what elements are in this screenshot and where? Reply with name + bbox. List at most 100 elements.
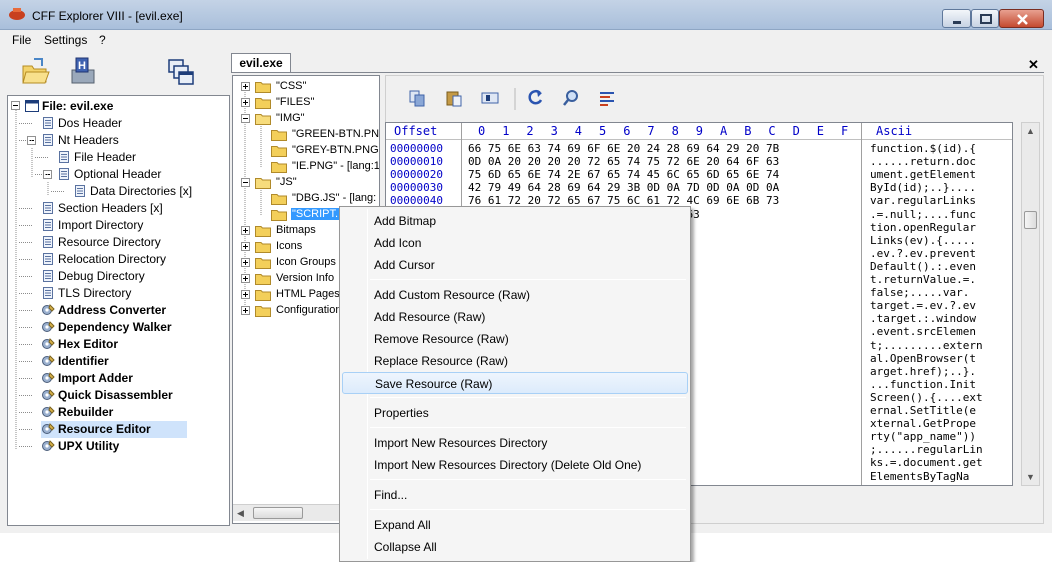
hex-row[interactable]: 00000010 0D 0A 20 20 20 20 72 65 74 75 72…	[386, 155, 1012, 168]
resource-toggle[interactable]	[241, 242, 250, 251]
tree-item-label: Import Directory	[58, 218, 144, 232]
scroll-up-icon[interactable]: ▲	[1026, 126, 1035, 136]
menu-separator	[370, 427, 686, 428]
tree-item-file-header[interactable]: File Header	[57, 149, 229, 166]
minimize-button[interactable]	[942, 9, 971, 28]
menu-item-label: Add Resource (Raw)	[374, 310, 486, 324]
tree-item-relocation-directory[interactable]: Relocation Directory	[41, 251, 229, 268]
tree-item-address-converter[interactable]: Address Converter	[41, 302, 229, 319]
tree-item-rebuilder[interactable]: Rebuilder	[41, 404, 229, 421]
menu-item-remove-resource-raw[interactable]: Remove Resource (Raw)	[342, 328, 688, 350]
menu-item-label: Collapse All	[374, 540, 437, 554]
resource-toggle[interactable]	[241, 290, 250, 299]
hscroll-thumb[interactable]	[253, 507, 303, 519]
tree-item-resource-editor[interactable]: Resource Editor	[41, 421, 187, 438]
menu-item-add-custom-resource-raw[interactable]: Add Custom Resource (Raw)	[342, 284, 688, 306]
header-page-icon	[43, 287, 53, 299]
tree-item-resource-directory[interactable]: Resource Directory	[41, 234, 229, 251]
tree-item-tls-directory[interactable]: TLS Directory	[41, 285, 229, 302]
resource-toggle[interactable]	[241, 226, 250, 235]
tree-item-label: Address Converter	[58, 303, 167, 317]
tree-branch	[19, 429, 33, 430]
tree-item-debug-directory[interactable]: Debug Directory	[41, 268, 229, 285]
menu-item-properties[interactable]: Properties	[342, 402, 688, 424]
tree-item-import-adder[interactable]: Import Adder	[41, 370, 229, 387]
tree-item-data-directories-x[interactable]: Data Directories [x]	[73, 183, 229, 200]
tree-root[interactable]: File: evil.exe	[25, 98, 225, 115]
menu-item-add-cursor[interactable]: Add Cursor	[342, 254, 688, 276]
windows-icon[interactable]	[167, 58, 195, 86]
tree-item-section-headers-x[interactable]: Section Headers [x]	[41, 200, 229, 217]
tree-item-label: File Header	[74, 150, 137, 164]
resource-toggle[interactable]	[241, 178, 250, 187]
menu-item-add-resource-raw[interactable]: Add Resource (Raw)	[342, 306, 688, 328]
tree-item-dependency-walker[interactable]: Dependency Walker	[41, 319, 229, 336]
menu-item-add-bitmap[interactable]: Add Bitmap	[342, 210, 688, 232]
resource-toggle[interactable]	[241, 82, 250, 91]
menu-item-expand-all[interactable]: Expand All	[342, 514, 688, 536]
tree-item-label: Dos Header	[58, 116, 123, 130]
tree-item-hex-editor[interactable]: Hex Editor	[41, 336, 229, 353]
menu-bar: File Settings ?	[0, 30, 1052, 50]
menu-item-import-new-resources-directory-delete-old-one[interactable]: Import New Resources Directory (Delete O…	[342, 454, 688, 476]
hex-row-ascii: ;......regularLin	[870, 443, 983, 457]
close-document-icon[interactable]: ✕	[1028, 57, 1039, 73]
tree-item-identifier[interactable]: Identifier	[41, 353, 229, 370]
close-button[interactable]	[999, 9, 1044, 28]
tree-item-optional-header[interactable]: Optional Header	[57, 166, 229, 183]
menu-item-find[interactable]: Find...	[342, 484, 688, 506]
tree-item-label: Resource Directory	[58, 235, 161, 249]
hex-row[interactable]: 00000030 42 79 49 64 28 69 64 29 3B 0D 0A…	[386, 181, 1012, 194]
tab-evil-exe[interactable]: evil.exe	[231, 53, 291, 73]
select-block-icon[interactable]	[598, 89, 616, 107]
goto-icon[interactable]	[526, 89, 544, 107]
resource-toggle[interactable]	[241, 98, 250, 107]
menu-item-replace-resource-raw[interactable]: Replace Resource (Raw)	[342, 350, 688, 372]
tree-item-label: Data Directories [x]	[90, 184, 193, 198]
paste-icon[interactable]	[445, 89, 463, 107]
scroll-down-icon[interactable]: ▼	[1026, 472, 1035, 482]
hex-row-offset: 00000030	[390, 181, 443, 195]
tree-item-dos-header[interactable]: Dos Header	[41, 115, 229, 132]
resource-node-label: "IMG"	[276, 112, 305, 124]
copy-icon[interactable]	[408, 89, 426, 107]
hex-row-ascii: rty("app_name"))	[870, 430, 976, 444]
maximize-button[interactable]	[971, 9, 999, 28]
menu-file[interactable]: File	[12, 33, 31, 47]
menu-item-import-new-resources-directory[interactable]: Import New Resources Directory	[342, 432, 688, 454]
hex-vscrollbar[interactable]: ▲ ▼	[1021, 122, 1040, 486]
hex-row[interactable]: 00000000 66 75 6E 63 74 69 6F 6E 20 24 28…	[386, 142, 1012, 155]
folder-icon	[255, 114, 271, 125]
menu-help[interactable]: ?	[99, 33, 106, 47]
tree-item-import-directory[interactable]: Import Directory	[41, 217, 229, 234]
hex-row[interactable]: 00000020 75 6D 65 6E 74 2E 67 65 74 45 6C…	[386, 168, 1012, 181]
scroll-left-icon[interactable]: ◀	[237, 508, 244, 519]
hex-row-ascii: .event.srcElemen	[870, 325, 976, 339]
tree-item-quick-disassembler[interactable]: Quick Disassembler	[41, 387, 229, 404]
tree-branch	[35, 157, 49, 158]
resource-toggle[interactable]	[241, 258, 250, 267]
menu-item-add-icon[interactable]: Add Icon	[342, 232, 688, 254]
resource-toggle[interactable]	[241, 114, 250, 123]
save-file-icon[interactable]: H	[67, 56, 97, 86]
window-title: CFF Explorer VIII - [evil.exe]	[32, 9, 183, 23]
root-collapse-toggle[interactable]	[11, 101, 20, 110]
tree-item-upx-utility[interactable]: UPX Utility	[41, 438, 229, 455]
tree-item-label: Debug Directory	[58, 269, 145, 283]
resource-node-label: "CSS"	[276, 80, 307, 92]
tree-item-label: Dependency Walker	[58, 320, 172, 334]
header-page-icon	[59, 168, 69, 180]
folder-icon	[255, 226, 271, 237]
resource-node-label: Icon Groups	[276, 256, 336, 268]
vscroll-thumb[interactable]	[1024, 211, 1037, 229]
menu-item-collapse-all[interactable]: Collapse All	[342, 536, 688, 558]
menu-settings[interactable]: Settings	[44, 33, 87, 47]
menu-separator	[370, 397, 686, 398]
search-icon[interactable]	[562, 89, 580, 107]
resource-toggle[interactable]	[241, 274, 250, 283]
tree-item-nt-headers[interactable]: Nt Headers	[41, 132, 229, 149]
menu-item-save-resource-raw[interactable]: Save Resource (Raw)	[342, 372, 688, 394]
resource-toggle[interactable]	[241, 306, 250, 315]
open-file-icon[interactable]	[20, 56, 50, 86]
insert-icon[interactable]	[481, 89, 499, 107]
